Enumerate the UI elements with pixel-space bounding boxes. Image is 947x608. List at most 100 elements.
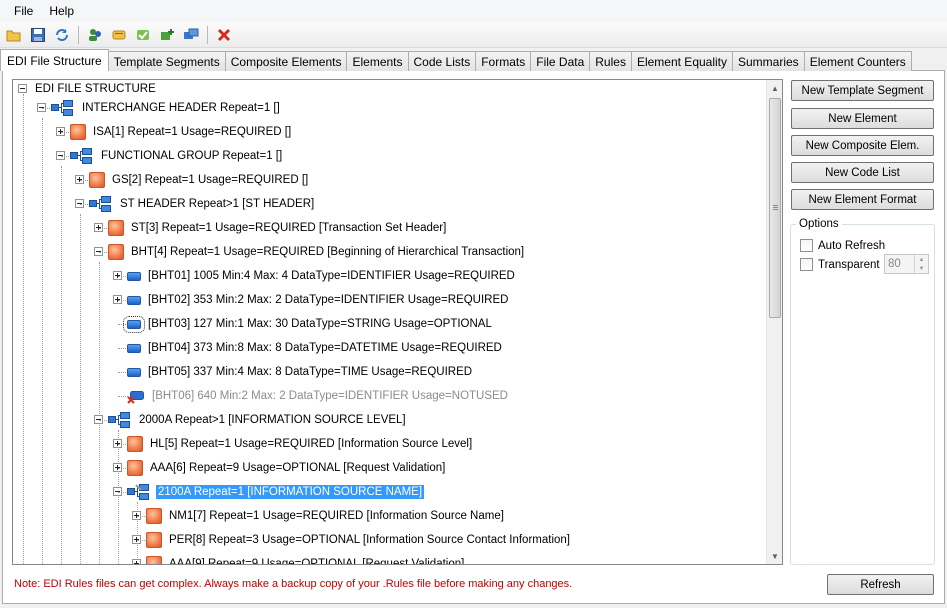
new-template-segment-button[interactable]: New Template Segment [791, 80, 934, 101]
refresh-button[interactable]: Refresh [827, 574, 934, 595]
tab-file-data[interactable]: File Data [530, 51, 591, 71]
new-code-list-button[interactable]: New Code List [791, 162, 934, 183]
menu-bar: File Help [0, 0, 947, 22]
tree-node[interactable]: NM1[7] Repeat=1 Usage=REQUIRED [Informat… [146, 505, 506, 527]
scroll-thumb[interactable] [769, 98, 781, 318]
spin-buttons[interactable]: ▲ ▼ [914, 255, 928, 273]
auto-refresh-option[interactable]: Auto Refresh [800, 239, 885, 252]
tree-node-label: [BHT01] 1005 Min:4 Max: 4 DataType=IDENT… [148, 270, 515, 282]
tree-content: EDI FILE STRUCTURE INTERCHANGE HEADER Re… [13, 80, 767, 565]
segment-icon [89, 172, 105, 188]
tree-node[interactable]: GS[2] Repeat=1 Usage=REQUIRED [] [89, 169, 310, 191]
tab-element-equality[interactable]: Element Equality [630, 51, 733, 71]
new-element-button[interactable]: New Element [791, 108, 934, 129]
tree-guide-line [99, 262, 100, 564]
tree-node-label: [BHT04] 373 Min:8 Max: 8 DataType=DATETI… [148, 342, 502, 354]
tree-node[interactable]: HL[5] Repeat=1 Usage=REQUIRED [Informati… [127, 433, 474, 455]
tree-node[interactable]: [BHT03] 127 Min:1 Max: 30 DataType=STRIN… [123, 313, 494, 335]
save-icon[interactable] [27, 24, 49, 46]
tree-node[interactable]: [BHT01] 1005 Min:4 Max: 4 DataType=IDENT… [127, 265, 517, 287]
segment-icon [146, 556, 162, 564]
transparent-label: Transparent [818, 258, 880, 271]
tree-node-label: AAA[9] Repeat=9 Usage=OPTIONAL [Request … [169, 558, 465, 565]
tree-node[interactable]: AAA[6] Repeat=9 Usage=OPTIONAL [Request … [127, 457, 447, 479]
tree-node[interactable]: FUNCTIONAL GROUP Repeat=1 [] [70, 145, 284, 167]
scroll-up-icon[interactable]: ▲ [767, 80, 782, 96]
tree-scrollbar[interactable]: ▲ ▼ [766, 80, 782, 564]
tab-element-counters[interactable]: Element Counters [803, 51, 912, 71]
tree-node-label: GS[2] Repeat=1 Usage=REQUIRED [] [112, 174, 309, 186]
tree-node[interactable]: [BHT02] 353 Min:2 Max: 2 DataType=IDENTI… [127, 289, 510, 311]
check-icon[interactable] [132, 24, 154, 46]
scroll-down-icon[interactable]: ▼ [767, 548, 782, 564]
delete-icon[interactable] [213, 24, 235, 46]
menu-help[interactable]: Help [41, 2, 82, 20]
notes-icon[interactable] [108, 24, 130, 46]
tab-template-segments[interactable]: Template Segments [107, 51, 226, 71]
loop-icon [108, 411, 132, 429]
tree-node-label: [BHT06] 640 Min:2 Max: 2 DataType=IDENTI… [152, 390, 508, 402]
tree-node-label: [BHT05] 337 Min:4 Max: 8 DataType=TIME U… [148, 366, 473, 378]
tree-node[interactable]: [BHT05] 337 Min:4 Max: 8 DataType=TIME U… [127, 361, 474, 383]
tree-node-label: ISA[1] Repeat=1 Usage=REQUIRED [] [93, 126, 292, 138]
transparent-option[interactable]: Transparent [800, 258, 880, 271]
tree-guide-line [42, 118, 43, 564]
transparency-stepper[interactable]: 80 ▲ ▼ [884, 254, 929, 274]
users-icon[interactable] [84, 24, 106, 46]
tree-node[interactable]: ST[3] Repeat=1 Usage=REQUIRED [Transacti… [108, 217, 448, 239]
tab-strip: EDI File Structure Template Segments Com… [0, 49, 912, 71]
tree-node-label: ST HEADER Repeat>1 [ST HEADER] [120, 198, 315, 210]
add-icon[interactable] [156, 24, 178, 46]
tree-guide-line [23, 94, 24, 564]
toolbar-separator [207, 25, 208, 44]
tree-node[interactable]: [BHT04] 373 Min:8 Max: 8 DataType=DATETI… [127, 337, 504, 359]
auto-refresh-label: Auto Refresh [818, 239, 886, 252]
tree-guide-line [80, 214, 81, 564]
tree-node-label: ST[3] Repeat=1 Usage=REQUIRED [Transacti… [131, 222, 447, 234]
refresh-icon[interactable] [51, 24, 73, 46]
auto-refresh-checkbox[interactable] [800, 239, 813, 252]
tree-node[interactable]: BHT[4] Repeat=1 Usage=REQUIRED [Beginnin… [108, 241, 526, 263]
segment-icon [127, 460, 143, 476]
tree-node-label: [BHT02] 353 Min:2 Max: 2 DataType=IDENTI… [148, 294, 509, 306]
tree-guide-line [61, 166, 62, 564]
tab-edi-file-structure[interactable]: EDI File Structure [0, 49, 109, 71]
tree-node[interactable]: PER[8] Repeat=3 Usage=OPTIONAL [Informat… [146, 529, 572, 551]
tree-node[interactable]: [BHT06] 640 Min:2 Max: 2 DataType=IDENTI… [127, 385, 510, 407]
tab-composite-elements[interactable]: Composite Elements [224, 51, 348, 71]
tree-node[interactable]: AAA[9] Repeat=9 Usage=OPTIONAL [Request … [146, 553, 466, 565]
menu-file[interactable]: File [6, 2, 41, 20]
transparent-checkbox[interactable] [800, 258, 813, 271]
tree-guide-line [118, 430, 119, 564]
spin-up-icon[interactable]: ▲ [915, 255, 928, 264]
collapse-toggle[interactable] [18, 84, 27, 93]
segment-icon [146, 508, 162, 524]
tree-node[interactable]: INTERCHANGE HEADER Repeat=1 [] [51, 97, 282, 119]
element-icon [127, 295, 141, 305]
tab-formats[interactable]: Formats [475, 51, 532, 71]
new-element-format-button[interactable]: New Element Format [791, 189, 934, 210]
tree-node-label: BHT[4] Repeat=1 Usage=REQUIRED [Beginnin… [131, 246, 525, 258]
new-composite-element-button[interactable]: New Composite Elem. [791, 135, 934, 156]
tree-node-label: 2100A Repeat=1 [INFORMATION SOURCE NAME] [154, 484, 426, 500]
warning-note: Note: EDI Rules files can get complex. A… [14, 578, 573, 590]
windows-icon[interactable] [180, 24, 202, 46]
tab-rules[interactable]: Rules [589, 51, 632, 71]
element-icon [127, 343, 141, 353]
tab-summaries[interactable]: Summaries [732, 51, 805, 71]
tree-node[interactable]: ISA[1] Repeat=1 Usage=REQUIRED [] [70, 121, 293, 143]
expand-toggle[interactable] [132, 559, 141, 564]
tree-node[interactable]: 2100A Repeat=1 [INFORMATION SOURCE NAME] [127, 481, 426, 503]
tab-code-lists[interactable]: Code Lists [407, 51, 477, 71]
element-icon [123, 315, 145, 333]
tab-elements[interactable]: Elements [346, 51, 409, 71]
segment-icon [127, 436, 143, 452]
tree-node[interactable]: 2000A Repeat>1 [INFORMATION SOURCE LEVEL… [108, 409, 408, 431]
segment-icon [146, 532, 162, 548]
tree-node[interactable]: ST HEADER Repeat>1 [ST HEADER] [89, 193, 316, 215]
tree-root-label: EDI FILE STRUCTURE [35, 83, 156, 95]
open-folder-icon[interactable] [3, 24, 25, 46]
tree-node-label: [BHT03] 127 Min:1 Max: 30 DataType=STRIN… [148, 318, 492, 330]
structure-tree[interactable]: EDI FILE STRUCTURE INTERCHANGE HEADER Re… [12, 79, 783, 565]
spin-down-icon[interactable]: ▼ [915, 264, 928, 273]
